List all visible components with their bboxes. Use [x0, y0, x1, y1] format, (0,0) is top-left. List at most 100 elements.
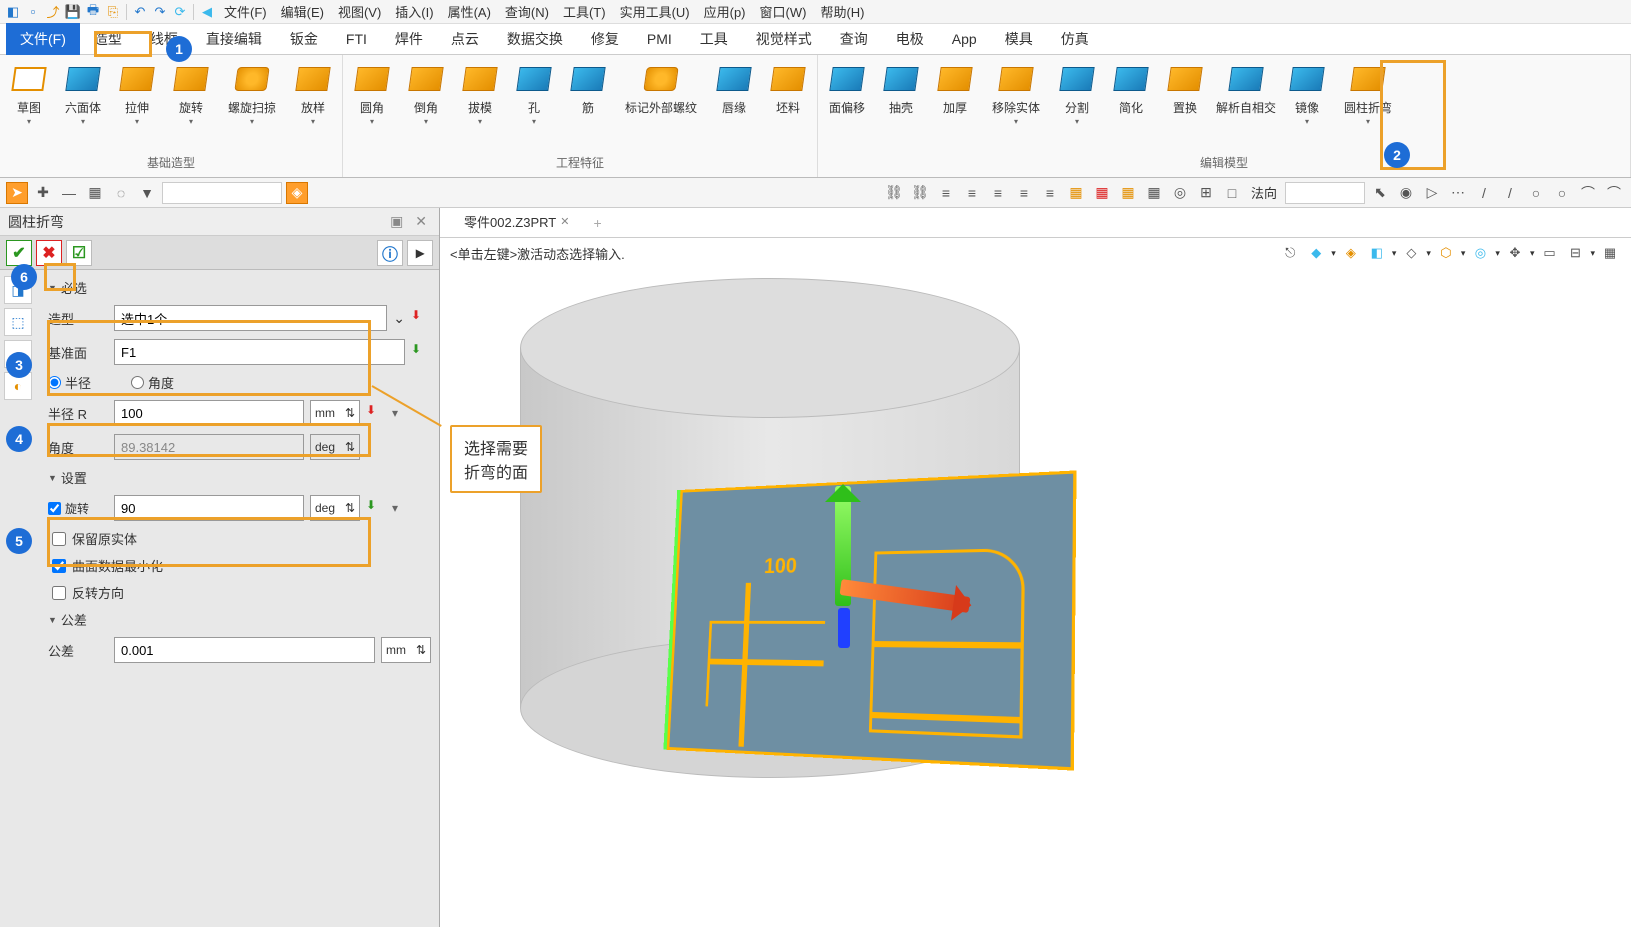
undo-icon[interactable]: ↶	[131, 3, 149, 21]
cmd-remove[interactable]: 移除实体▾	[986, 59, 1046, 126]
align-icon[interactable]: ≡	[935, 182, 957, 204]
menu-help[interactable]: 帮助(H)	[814, 2, 870, 21]
target-icon[interactable]: ◎	[1169, 182, 1191, 204]
cmd-sketch[interactable]: 草图▾	[6, 59, 52, 126]
refresh-icon[interactable]: ⟳	[171, 3, 189, 21]
tab-pmi[interactable]: PMI	[633, 25, 686, 53]
tab-mold[interactable]: 模具	[991, 23, 1047, 55]
cmd-shell[interactable]: 抽壳	[878, 59, 924, 115]
rotate-dd-icon[interactable]: ▾	[392, 501, 398, 515]
v-move-icon[interactable]: ✥	[1504, 242, 1526, 264]
align2-icon[interactable]: ≡	[961, 182, 983, 204]
panel-close-icon[interactable]: ✕	[411, 213, 431, 229]
cmd-selfint[interactable]: 解析自相交	[1216, 59, 1276, 115]
unlink-icon[interactable]: ⛓	[909, 182, 931, 204]
menu-window[interactable]: 窗口(W)	[754, 2, 813, 21]
tab-fti[interactable]: FTI	[332, 25, 381, 53]
tab-weld[interactable]: 焊件	[381, 23, 437, 55]
tab-file[interactable]: 文件(F)	[6, 23, 80, 55]
cmd-draft[interactable]: 拔模▾	[457, 59, 503, 126]
shape-clear-icon[interactable]: ⬇	[411, 308, 431, 328]
add-icon[interactable]: ✚	[32, 182, 54, 204]
line2-icon[interactable]: /	[1499, 182, 1521, 204]
panel-pin-icon[interactable]: ▣	[386, 213, 407, 229]
v-wire-icon[interactable]: ◇	[1400, 242, 1422, 264]
cmd-revolve[interactable]: 旋转▾	[168, 59, 214, 126]
tab-electrode[interactable]: 电极	[882, 23, 938, 55]
color4-icon[interactable]: ▦	[1143, 182, 1165, 204]
print-icon[interactable]: 🖶	[84, 3, 102, 21]
line-icon[interactable]: /	[1473, 182, 1495, 204]
menu-file[interactable]: 文件(F)	[218, 2, 273, 21]
tab-repair[interactable]: 修复	[577, 23, 633, 55]
menu-query[interactable]: 查询(N)	[499, 2, 555, 21]
menu-edit[interactable]: 编辑(E)	[275, 2, 330, 21]
align5-icon[interactable]: ≡	[1039, 182, 1061, 204]
cmd-split[interactable]: 分割▾	[1054, 59, 1100, 126]
misc-icon[interactable]: ⊞	[1195, 182, 1217, 204]
menu-insert[interactable]: 插入(I)	[389, 2, 439, 21]
rotate-clear-icon[interactable]: ⬇	[366, 498, 386, 518]
color3-icon[interactable]: ▦	[1117, 182, 1139, 204]
reverse-check[interactable]	[52, 586, 66, 600]
arc-icon[interactable]: ⌒	[1577, 182, 1599, 204]
nav-icon[interactable]: ⬉	[1369, 182, 1391, 204]
play-icon[interactable]: ▷	[1421, 182, 1443, 204]
radius-clear-icon[interactable]: ⬇	[366, 403, 386, 423]
menu-tool[interactable]: 工具(T)	[557, 2, 612, 21]
section-required[interactable]: 必选	[40, 274, 439, 301]
st-wire-icon[interactable]: ⬚	[4, 308, 32, 336]
new-icon[interactable]: ▫	[24, 3, 42, 21]
box-icon[interactable]: □	[1221, 182, 1243, 204]
circle-icon[interactable]: ◌	[110, 182, 132, 204]
tab-sim[interactable]: 仿真	[1047, 23, 1103, 55]
apply-button[interactable]: ☑	[66, 240, 92, 266]
align4-icon[interactable]: ≡	[1013, 182, 1035, 204]
cmd-thicken[interactable]: 加厚	[932, 59, 978, 115]
v-box-icon[interactable]: ◈	[1340, 242, 1362, 264]
v-target-icon[interactable]: ◎	[1469, 242, 1491, 264]
add-tab-button[interactable]: +	[583, 209, 611, 237]
cmd-simplify[interactable]: 简化	[1108, 59, 1154, 115]
cmd-sweep[interactable]: 螺旋扫掠▾	[222, 59, 282, 126]
tab-directedit[interactable]: 直接编辑	[192, 23, 276, 55]
tol-input[interactable]	[114, 637, 375, 663]
viewport-3d[interactable]: 100	[440, 268, 1631, 927]
back-icon[interactable]: ◀	[198, 3, 216, 21]
v-screen-icon[interactable]: ▭	[1538, 242, 1560, 264]
tab-tools[interactable]: 工具	[686, 23, 742, 55]
doc-tab-close-icon[interactable]: ✕	[560, 215, 569, 228]
dots-icon[interactable]: ⋯	[1447, 182, 1469, 204]
tol-unit[interactable]: mm⇅	[381, 637, 431, 663]
filter-select[interactable]	[162, 182, 282, 204]
color1-icon[interactable]: ▦	[1065, 182, 1087, 204]
circ1-icon[interactable]: ○	[1525, 182, 1547, 204]
grid-icon[interactable]: ▦	[84, 182, 106, 204]
open-icon[interactable]: ⤴	[44, 3, 62, 21]
cmd-replace[interactable]: 置换	[1162, 59, 1208, 115]
menu-view[interactable]: 视图(V)	[332, 2, 387, 21]
ok-button[interactable]: ✔	[6, 240, 32, 266]
cmd-fillet[interactable]: 圆角▾	[349, 59, 395, 126]
cmd-loft[interactable]: 放样▾	[290, 59, 336, 126]
cancel-button[interactable]: ✖	[36, 240, 62, 266]
rotate-check[interactable]: 旋转	[48, 500, 108, 517]
radius-dd-icon[interactable]: ▾	[392, 406, 398, 420]
menu-app[interactable]: 应用(p)	[698, 2, 752, 21]
menu-attr[interactable]: 属性(A)	[442, 2, 497, 21]
tab-query[interactable]: 查询	[826, 23, 882, 55]
cmd-lip[interactable]: 唇缘	[711, 59, 757, 115]
save-icon[interactable]: 💾	[64, 3, 82, 21]
tab-exchange[interactable]: 数据交换	[493, 23, 577, 55]
redo-icon[interactable]: ↷	[151, 3, 169, 21]
filter-icon[interactable]: ▼	[136, 182, 158, 204]
v-ruler-icon[interactable]: ⊟	[1564, 242, 1586, 264]
section-tolerance[interactable]: 公差	[40, 606, 439, 633]
v-hex-icon[interactable]: ⬡	[1435, 242, 1457, 264]
circ2-icon[interactable]: ○	[1551, 182, 1573, 204]
shape-expand-icon[interactable]: ⌄	[393, 310, 405, 327]
cmd-faceoffset[interactable]: 面偏移	[824, 59, 870, 115]
v-grid-icon[interactable]: ▦	[1599, 242, 1621, 264]
v-layer-icon[interactable]: ◆	[1305, 242, 1327, 264]
arc2-icon[interactable]: ⌒	[1603, 182, 1625, 204]
